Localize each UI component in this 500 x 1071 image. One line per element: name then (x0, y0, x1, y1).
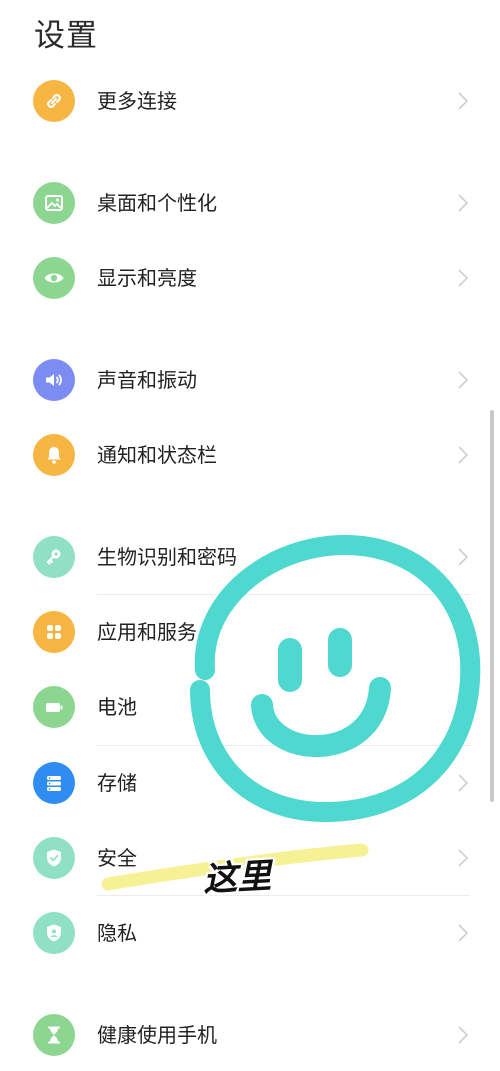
settings-item-label: 生物识别和密码 (97, 545, 237, 569)
apps-grid-icon (33, 611, 75, 653)
settings-item-label: 存储 (97, 771, 137, 795)
eye-icon (33, 257, 75, 299)
key-icon (33, 536, 75, 578)
settings-item-label: 应用和服务 (97, 620, 197, 644)
image-icon (33, 182, 75, 224)
settings-item-more-connections[interactable]: 更多连接 (0, 65, 500, 137)
settings-item-desktop-personalization[interactable]: 桌面和个性化 (0, 167, 500, 239)
scrollbar[interactable] (490, 410, 494, 802)
settings-item-label: 安全 (97, 846, 137, 870)
chevron-right-icon (458, 92, 469, 110)
storage-icon (33, 762, 75, 804)
chevron-right-icon (458, 849, 469, 867)
settings-item-sound-vibration[interactable]: 声音和振动 (0, 344, 500, 416)
chevron-right-icon (458, 774, 469, 792)
settings-item-label: 电池 (97, 695, 137, 719)
settings-item-notifications-statusbar[interactable]: 通知和状态栏 (0, 419, 500, 491)
settings-item-label: 通知和状态栏 (97, 443, 217, 467)
link-icon (33, 80, 75, 122)
chevron-right-icon (458, 446, 469, 464)
settings-item-label: 显示和亮度 (97, 266, 197, 290)
chevron-right-icon (458, 371, 469, 389)
settings-item-label: 隐私 (97, 921, 137, 945)
settings-item-biometrics-password[interactable]: 生物识别和密码 (0, 521, 500, 593)
divider (97, 594, 470, 595)
page-title: 设置 (34, 18, 98, 54)
settings-item-healthy-phone-use[interactable]: 健康使用手机 (0, 999, 500, 1071)
settings-item-label: 健康使用手机 (97, 1023, 217, 1047)
hourglass-icon (33, 1014, 75, 1056)
privacy-shield-icon (33, 912, 75, 954)
settings-item-storage[interactable]: 存储 (0, 747, 500, 819)
chevron-right-icon (458, 194, 469, 212)
annotation-text: 这里 (202, 856, 273, 900)
speaker-icon (33, 359, 75, 401)
settings-item-label: 更多连接 (97, 89, 177, 113)
settings-item-battery[interactable]: 电池 (0, 671, 500, 743)
settings-item-apps-services[interactable]: 应用和服务 (0, 596, 500, 668)
divider (97, 895, 470, 896)
chevron-right-icon (458, 924, 469, 942)
settings-item-label: 声音和振动 (97, 368, 197, 392)
shield-check-icon (33, 837, 75, 879)
chevron-right-icon (458, 269, 469, 287)
chevron-right-icon (458, 1026, 469, 1044)
bell-icon (33, 434, 75, 476)
settings-item-display-brightness[interactable]: 显示和亮度 (0, 242, 500, 314)
divider (97, 745, 470, 746)
settings-item-privacy[interactable]: 隐私 (0, 897, 500, 969)
settings-item-label: 桌面和个性化 (97, 191, 217, 215)
battery-icon (33, 686, 75, 728)
chevron-right-icon (458, 698, 469, 716)
chevron-right-icon (458, 548, 469, 566)
chevron-right-icon (458, 623, 469, 641)
